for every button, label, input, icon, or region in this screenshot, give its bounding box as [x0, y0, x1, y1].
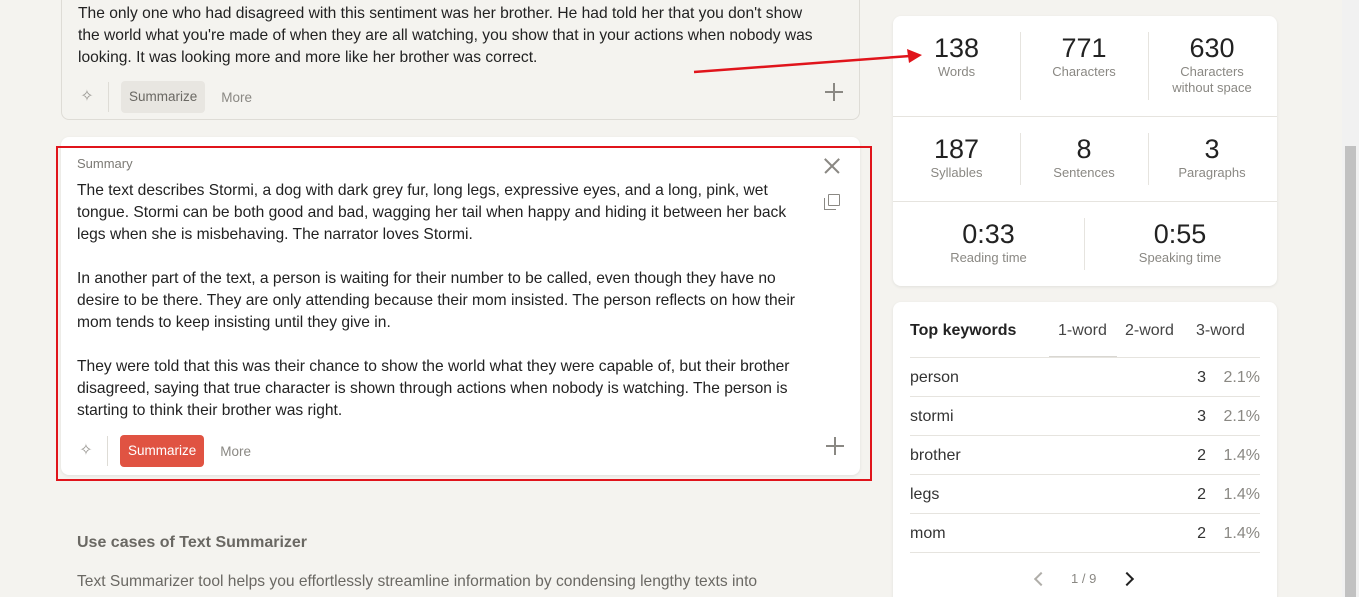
- keyword-count: 3: [1197, 369, 1206, 386]
- summary-card: Summary The text describes Stormi, a dog…: [61, 137, 860, 475]
- toolbar-divider: [107, 436, 108, 466]
- keyword-count: 2: [1197, 486, 1206, 503]
- keyword-row: person 3 2.1%: [910, 358, 1260, 397]
- scrollbar-thumb[interactable]: [1345, 146, 1356, 597]
- stat-paragraphs: 3 Paragraphs: [1148, 133, 1276, 181]
- divider: [893, 116, 1277, 117]
- keywords-pager: 1 / 9: [893, 571, 1277, 591]
- chevron-right-icon[interactable]: [1119, 571, 1135, 587]
- stat-words-label: Words: [937, 64, 976, 79]
- plus-icon[interactable]: [825, 83, 843, 101]
- stat-syllables-value: 187: [933, 134, 980, 164]
- summary-label: Summary: [77, 156, 133, 171]
- page-scrollbar[interactable]: [1342, 0, 1359, 597]
- section-text: Text Summarizer tool helps you effortles…: [77, 573, 758, 590]
- stat-syllables: 187 Syllables: [893, 133, 1020, 181]
- toolbar-divider: [108, 82, 109, 112]
- stat-speaking-time-value: 0:55: [1153, 219, 1207, 249]
- summary-text: The text describes Stormi, a dog with da…: [77, 180, 812, 444]
- stat-characters: 771 Characters: [1020, 32, 1148, 80]
- stat-characters-no-space-label-2: without space: [1172, 80, 1252, 95]
- stat-reading-time: 0:33 Reading time: [893, 218, 1084, 266]
- keyword-word: legs: [910, 486, 940, 503]
- divider: [1020, 133, 1021, 185]
- tab-1-word[interactable]: 1-word: [1058, 322, 1107, 340]
- stat-words: 138 Words: [893, 32, 1020, 80]
- tab-2-word[interactable]: 2-word: [1125, 322, 1174, 340]
- stat-reading-time-value: 0:33: [962, 219, 1015, 249]
- stat-syllables-label: Syllables: [930, 165, 983, 180]
- stat-characters-no-space-label-1: Characters: [1180, 64, 1244, 79]
- keyword-count: 2: [1197, 525, 1206, 542]
- keyword-word: person: [910, 369, 959, 386]
- card-toolbar: ✧ Summarize More: [78, 81, 843, 113]
- summarize-button[interactable]: Summarize: [121, 81, 206, 113]
- page-indicator: 1 / 9: [1071, 571, 1097, 586]
- stat-sentences: 8 Sentences: [1020, 133, 1148, 181]
- divider: [893, 201, 1277, 202]
- keyword-row: stormi 3 2.1%: [910, 397, 1260, 436]
- keywords-panel: Top keywords 1-word 2-word 3-word person…: [893, 302, 1277, 597]
- chevron-left-icon[interactable]: [1033, 571, 1049, 587]
- divider: [1148, 32, 1149, 100]
- stat-speaking-time: 0:55 Speaking time: [1084, 218, 1276, 266]
- sparkle-icon[interactable]: ✧: [78, 88, 96, 106]
- keyword-word: stormi: [910, 408, 954, 425]
- stat-characters-no-space: 630 Characters without space: [1148, 32, 1276, 96]
- stats-panel: 138 Words 771 Characters 630 Characters …: [893, 16, 1277, 286]
- tab-3-word[interactable]: 3-word: [1196, 322, 1245, 340]
- stat-words-value: 138: [933, 33, 980, 63]
- sparkle-icon[interactable]: ✧: [77, 442, 95, 460]
- keyword-percent: 1.4%: [1223, 525, 1260, 542]
- keyword-percent: 2.1%: [1223, 408, 1260, 425]
- keyword-percent: 1.4%: [1223, 486, 1260, 503]
- previous-text-card: The only one who had disagreed with this…: [61, 0, 860, 120]
- keyword-row: legs 2 1.4%: [910, 475, 1260, 514]
- section-title: Use cases of Text Summarizer: [77, 534, 308, 551]
- stat-paragraphs-label: Paragraphs: [1178, 165, 1246, 180]
- keyword-count: 3: [1197, 408, 1206, 425]
- keywords-title: Top keywords: [910, 322, 1017, 339]
- stat-sentences-label: Sentences: [1053, 165, 1115, 180]
- keyword-row: brother 2 1.4%: [910, 436, 1260, 475]
- keyword-percent: 1.4%: [1223, 447, 1260, 464]
- stat-paragraphs-value: 3: [1204, 134, 1220, 164]
- divider: [1084, 218, 1085, 270]
- summary-paragraph-1: The text describes Stormi, a dog with da…: [77, 182, 787, 243]
- plus-icon[interactable]: [826, 437, 844, 455]
- stat-reading-time-label: Reading time: [950, 250, 1027, 265]
- stat-sentences-value: 8: [1076, 134, 1092, 164]
- stat-characters-no-space-value: 630: [1189, 33, 1235, 63]
- summary-toolbar: ✧ Summarize More: [77, 435, 844, 467]
- copy-icon[interactable]: [824, 194, 840, 210]
- keyword-word: brother: [910, 447, 961, 464]
- summary-paragraph-3: They were told that this was their chanc…: [77, 358, 790, 419]
- stat-speaking-time-label: Speaking time: [1138, 250, 1222, 265]
- keyword-percent: 2.1%: [1223, 369, 1260, 386]
- divider: [1020, 32, 1021, 100]
- divider: [1148, 133, 1149, 185]
- keyword-row: mom 2 1.4%: [910, 514, 1260, 553]
- close-icon[interactable]: [824, 158, 840, 174]
- summarize-button-active[interactable]: Summarize: [120, 435, 205, 467]
- more-button[interactable]: More: [220, 444, 251, 459]
- stat-characters-value: 771: [1061, 33, 1107, 63]
- summary-paragraph-2: In another part of the text, a person is…: [77, 270, 796, 331]
- keyword-word: mom: [910, 525, 946, 542]
- stat-characters-label: Characters: [1052, 64, 1116, 79]
- previous-text: The only one who had disagreed with this…: [78, 5, 813, 66]
- keyword-count: 2: [1197, 447, 1206, 464]
- more-button[interactable]: More: [221, 90, 252, 105]
